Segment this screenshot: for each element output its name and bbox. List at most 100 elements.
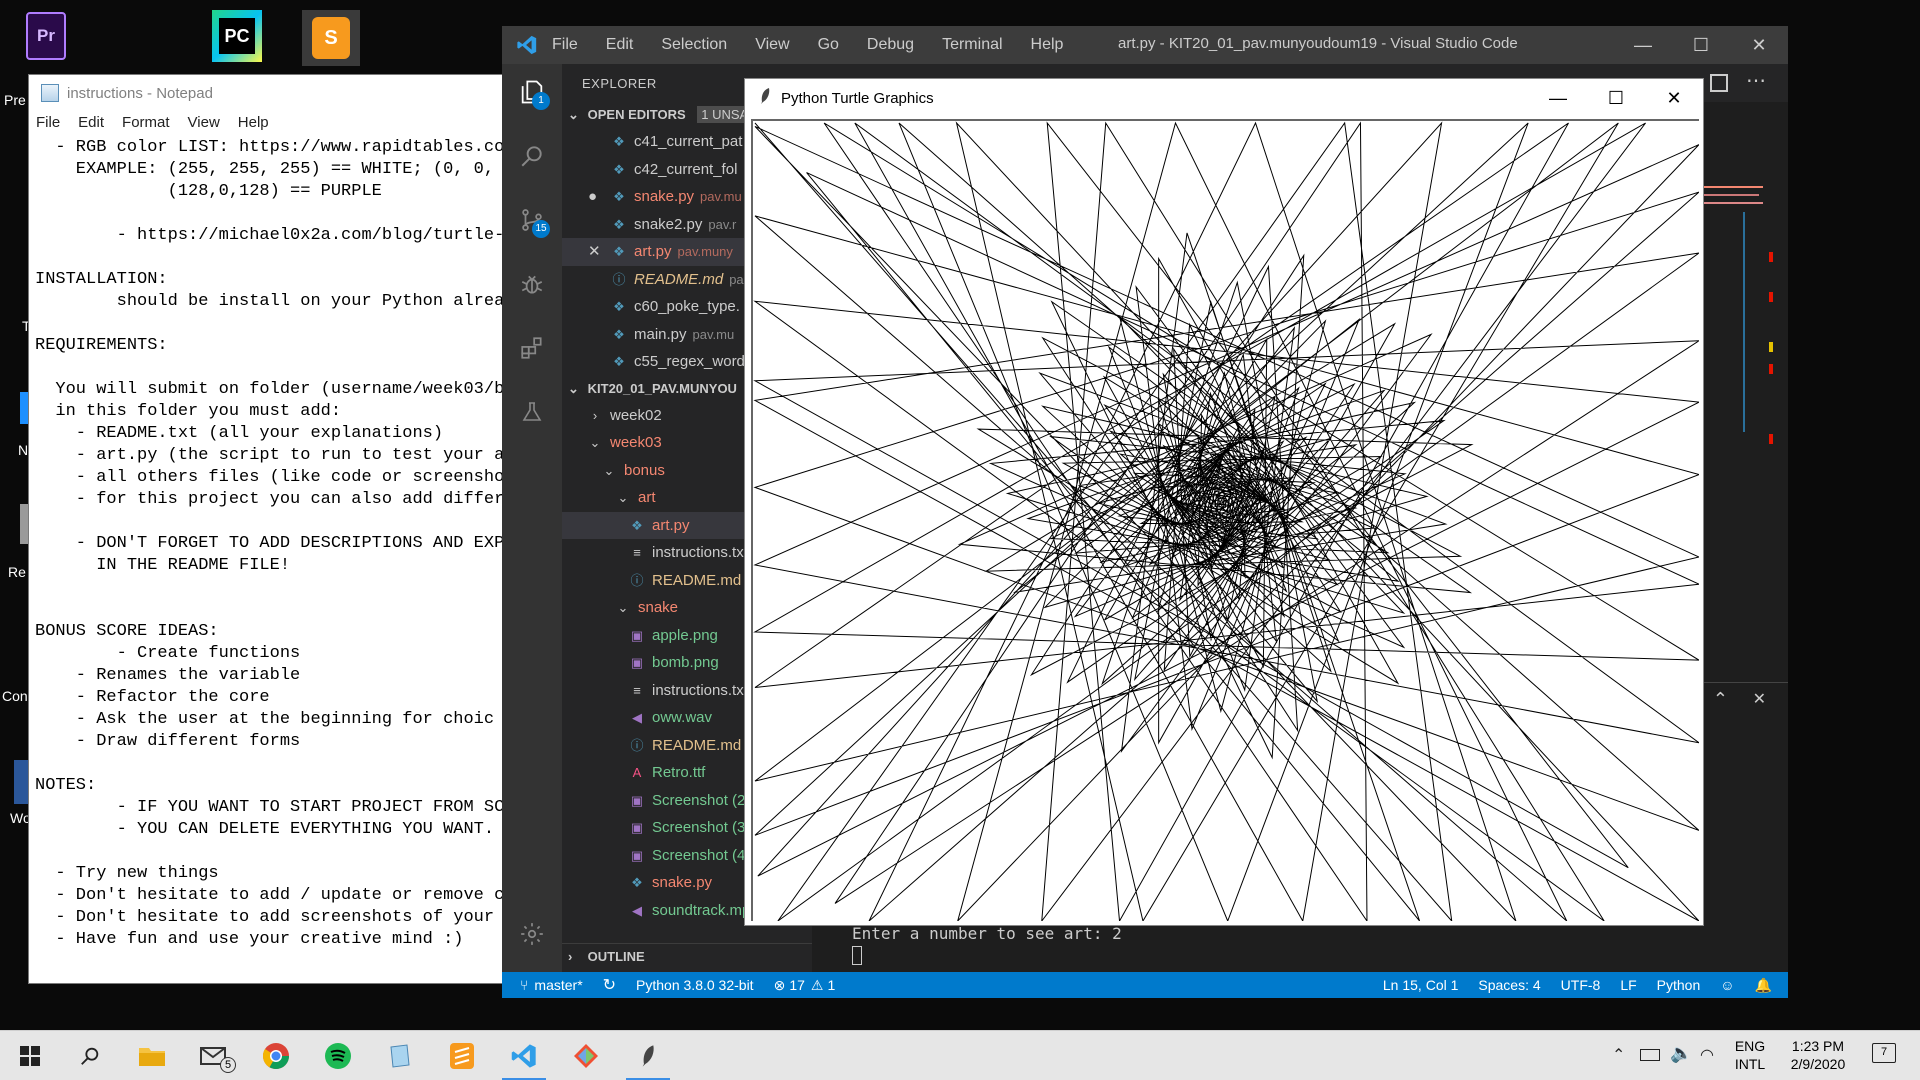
tray-chevron-up-icon[interactable]: ⌃ bbox=[1612, 1045, 1625, 1065]
wav-file-icon: ◀ bbox=[632, 902, 642, 918]
py-file-icon: ❖ bbox=[631, 875, 643, 890]
desktop-label: Pre bbox=[4, 92, 26, 108]
turtle-minimize-button[interactable]: — bbox=[1529, 79, 1587, 117]
search-icon[interactable] bbox=[62, 1031, 118, 1080]
close-button[interactable]: ✕ bbox=[1730, 26, 1788, 64]
premiere-icon[interactable]: Pr bbox=[26, 12, 66, 60]
search-icon[interactable] bbox=[512, 136, 552, 176]
notifications-bell-icon[interactable]: 🔔 bbox=[1755, 977, 1772, 994]
extensions-icon[interactable] bbox=[512, 328, 552, 368]
notepad-line: - YOU CAN DELETE EVERYTHING YOU WANT. bbox=[35, 820, 495, 839]
chevron-down-icon: ⌄ bbox=[568, 107, 579, 122]
close-panel-icon[interactable]: ✕ bbox=[1753, 689, 1766, 709]
menu-go[interactable]: Go bbox=[818, 36, 839, 54]
file-explorer-icon[interactable] bbox=[124, 1031, 180, 1080]
vscode-taskbar-icon[interactable] bbox=[496, 1031, 552, 1080]
windows-start-icon[interactable] bbox=[2, 1031, 58, 1080]
notepad-line bbox=[35, 599, 517, 621]
close-icon[interactable]: ✕ bbox=[588, 238, 610, 266]
explorer-icon[interactable]: 1 bbox=[512, 72, 552, 112]
indentation[interactable]: Spaces: 4 bbox=[1478, 977, 1540, 993]
warning-count[interactable]: 1 bbox=[827, 977, 835, 993]
notepad-menu-help[interactable]: Help bbox=[238, 114, 269, 131]
notepad-line: - Refactor the core bbox=[35, 688, 270, 707]
open-editor-label: README.md bbox=[634, 270, 724, 288]
feedback-icon[interactable]: ☺ bbox=[1720, 977, 1734, 993]
open-editor-label: snake2.py bbox=[634, 215, 703, 233]
pycharm-icon[interactable]: PC bbox=[212, 10, 262, 62]
py-file-icon: ❖ bbox=[613, 326, 625, 342]
tray-battery-icon[interactable] bbox=[1640, 1049, 1660, 1061]
notepad-line: - for this project you can also add diff… bbox=[35, 490, 515, 509]
branch-icon: ⑂ bbox=[520, 977, 529, 993]
action-center-icon[interactable]: 7 bbox=[1872, 1043, 1896, 1063]
notepad-menu-file[interactable]: File bbox=[36, 114, 60, 131]
sublime-taskbar-icon[interactable] bbox=[434, 1031, 490, 1080]
tray-volume-icon[interactable]: 🔈 bbox=[1670, 1043, 1692, 1064]
language-indicator[interactable]: ENG INTL bbox=[1730, 1037, 1770, 1073]
python-interpreter[interactable]: Python 3.8.0 32-bit bbox=[636, 977, 754, 993]
spotify-icon[interactable] bbox=[310, 1031, 366, 1080]
source-control-icon[interactable]: 15 bbox=[512, 200, 552, 240]
notepad-taskbar-icon[interactable] bbox=[372, 1031, 428, 1080]
open-editor-label: c41_current_pat bbox=[634, 133, 743, 150]
maximize-panel-icon[interactable]: ⌃ bbox=[1713, 689, 1728, 710]
menu-selection[interactable]: Selection bbox=[661, 36, 727, 54]
python-turtle-taskbar-icon[interactable] bbox=[620, 1031, 676, 1080]
encoding[interactable]: UTF-8 bbox=[1561, 977, 1601, 993]
minimap[interactable] bbox=[1693, 102, 1773, 444]
language-mode[interactable]: Python bbox=[1657, 977, 1701, 993]
notepad-menu-edit[interactable]: Edit bbox=[78, 114, 104, 131]
menu-debug[interactable]: Debug bbox=[867, 36, 914, 54]
mail-badge: 5 bbox=[220, 1057, 236, 1073]
split-editor-icon[interactable] bbox=[1710, 74, 1728, 92]
branch-status[interactable]: master* bbox=[534, 977, 582, 993]
notepad-line: in this folder you must add: bbox=[35, 402, 342, 421]
menu-help[interactable]: Help bbox=[1031, 36, 1064, 54]
sync-icon[interactable]: ↻ bbox=[603, 975, 616, 995]
line-ending[interactable]: LF bbox=[1620, 977, 1636, 993]
py-file-icon: ❖ bbox=[631, 517, 643, 533]
sublime-icon[interactable]: S bbox=[302, 10, 360, 66]
turtle-canvas[interactable] bbox=[751, 119, 1699, 921]
maximize-button[interactable]: ☐ bbox=[1672, 26, 1730, 64]
tree-item-label: instructions.tx bbox=[652, 681, 744, 699]
vscode-titlebar[interactable]: File Edit Selection View Go Debug Termin… bbox=[502, 26, 1788, 64]
notepad-line bbox=[35, 357, 517, 379]
tree-item-label: README.md bbox=[652, 736, 742, 754]
outline-header[interactable]: › OUTLINE bbox=[562, 943, 812, 969]
menu-file[interactable]: File bbox=[552, 36, 578, 54]
git-app-icon[interactable] bbox=[558, 1031, 614, 1080]
taskbar: 5 ⌃ 🔈 ◠ ENG INTL 1:23 PM 2/9/2020 7 bbox=[0, 1030, 1920, 1080]
menu-view[interactable]: View bbox=[755, 36, 789, 54]
feather-icon bbox=[759, 87, 771, 109]
open-editor-label: snake.py bbox=[634, 188, 695, 205]
chrome-icon[interactable] bbox=[248, 1031, 304, 1080]
turtle-close-button[interactable]: ✕ bbox=[1645, 79, 1703, 117]
notepad-line: - RGB color LIST: https://www.rapidtable… bbox=[35, 138, 515, 157]
mail-icon[interactable]: 5 bbox=[186, 1031, 242, 1080]
notepad-window[interactable]: instructions - Notepad File Edit Format … bbox=[28, 74, 518, 984]
debug-icon[interactable] bbox=[512, 264, 552, 304]
notepad-title: instructions - Notepad bbox=[67, 84, 213, 102]
more-actions-icon[interactable]: ⋯ bbox=[1746, 68, 1766, 93]
tray-network-icon[interactable]: ◠ bbox=[1700, 1045, 1714, 1065]
turtle-window[interactable]: Python Turtle Graphics — ☐ ✕ bbox=[744, 78, 1704, 926]
turtle-maximize-button[interactable]: ☐ bbox=[1587, 79, 1645, 117]
py-file-icon: ❖ bbox=[613, 216, 625, 232]
notepad-titlebar[interactable]: instructions - Notepad bbox=[29, 75, 517, 111]
py-file-icon: ❖ bbox=[613, 299, 625, 314]
notepad-text-area[interactable]: - RGB color LIST: https://www.rapidtable… bbox=[35, 137, 517, 983]
chevron-right-icon: › bbox=[568, 949, 573, 964]
notepad-menu-format[interactable]: Format bbox=[122, 114, 170, 131]
clock[interactable]: 1:23 PM 2/9/2020 bbox=[1778, 1037, 1858, 1073]
settings-gear-icon[interactable] bbox=[512, 914, 552, 954]
turtle-titlebar[interactable]: Python Turtle Graphics — ☐ ✕ bbox=[745, 79, 1703, 117]
minimize-button[interactable]: — bbox=[1614, 26, 1672, 64]
menu-terminal[interactable]: Terminal bbox=[942, 36, 1002, 54]
menu-edit[interactable]: Edit bbox=[606, 36, 634, 54]
cursor-position[interactable]: Ln 15, Col 1 bbox=[1383, 977, 1459, 993]
testing-flask-icon[interactable] bbox=[512, 392, 552, 432]
notepad-menu-view[interactable]: View bbox=[188, 114, 220, 131]
error-count[interactable]: 17 bbox=[789, 977, 805, 993]
